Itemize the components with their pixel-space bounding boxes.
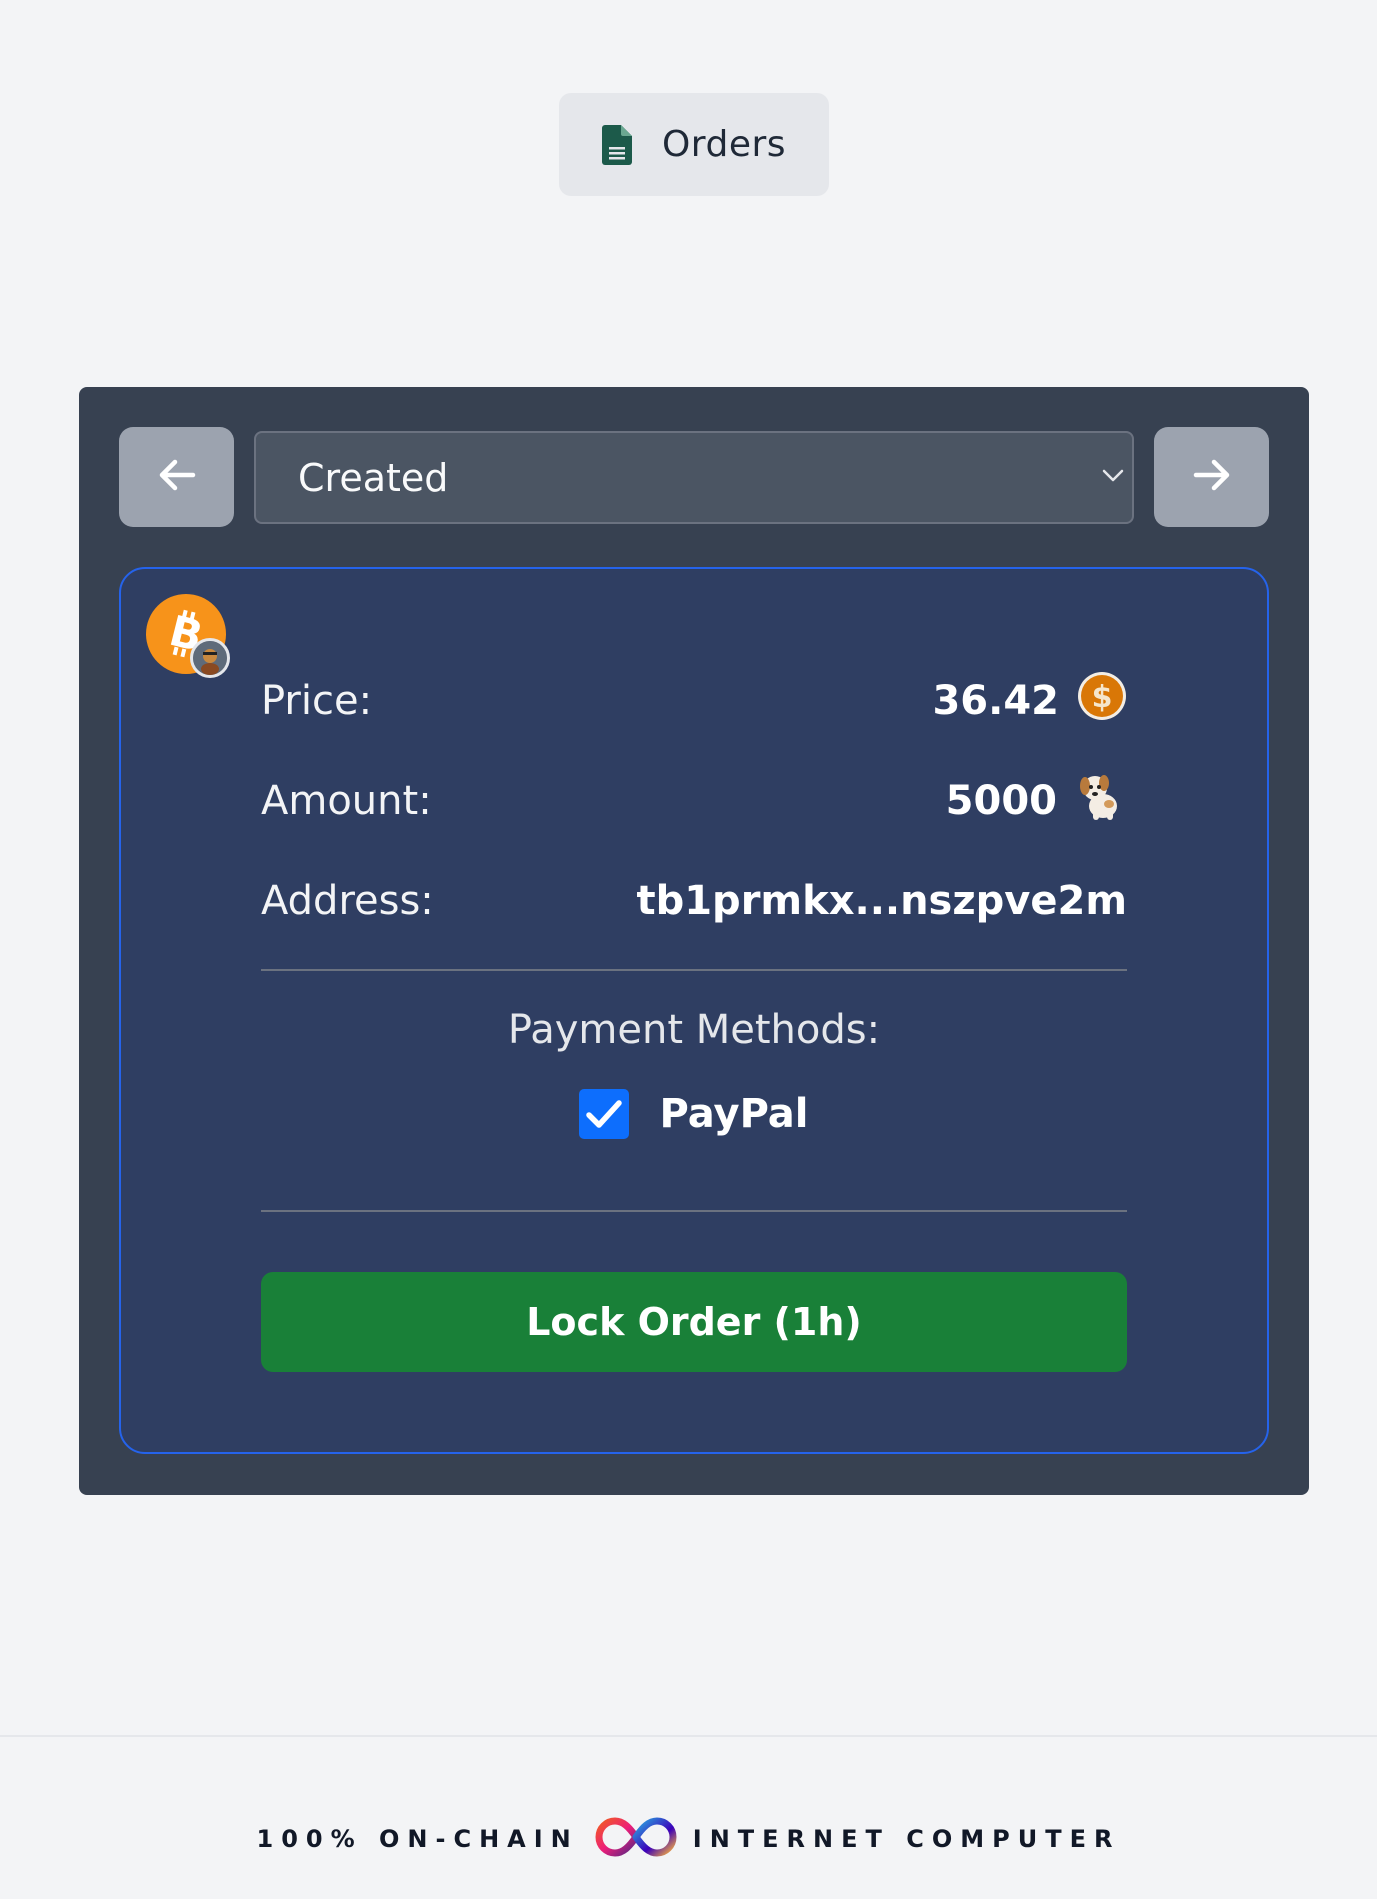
order-card: B Price: 36.42 $ Amount: 5000 Address: t… [119, 567, 1269, 1454]
dollar-coin-icon: $ [1077, 671, 1127, 731]
status-select[interactable]: Created [254, 431, 1134, 524]
next-status-button[interactable] [1154, 427, 1269, 527]
previous-status-button[interactable] [119, 427, 234, 527]
divider [261, 969, 1127, 971]
payment-method-item: PayPal [261, 1089, 1127, 1139]
address-row: Address: tb1prmkx...nszpve2m [261, 871, 1127, 931]
chevron-down-icon [1102, 467, 1124, 486]
amount-label: Amount: [261, 778, 432, 824]
amount-row: Amount: 5000 [261, 771, 1127, 831]
footer-right-text: INTERNET COMPUTER [692, 1825, 1121, 1853]
payment-method-checkbox[interactable] [579, 1089, 630, 1139]
payment-methods-title: Payment Methods: [507, 1007, 881, 1053]
address-value: tb1prmkx...nszpve2m [636, 878, 1127, 924]
orders-button[interactable]: Orders [559, 93, 829, 196]
asset-badge: B [146, 594, 230, 678]
arrow-right-icon [1192, 458, 1232, 496]
address-label: Address: [261, 878, 434, 924]
footer: 100% ON-CHAIN INTERNET COMPUTER [0, 1735, 1377, 1899]
svg-text:$: $ [1092, 680, 1113, 715]
footer-left-text: 100% ON-CHAIN [256, 1825, 579, 1853]
orders-panel: Created B Price: 36.42 $ Amount: 5000 Ad… [79, 387, 1309, 1495]
price-row: Price: 36.42 $ [261, 671, 1127, 731]
arrow-left-icon [157, 458, 197, 496]
internet-computer-infinity-icon [593, 1815, 679, 1863]
payment-method-label[interactable]: PayPal [659, 1091, 808, 1137]
owner-avatar [190, 638, 230, 678]
price-value: 36.42 [932, 678, 1059, 724]
orders-label: Orders [661, 124, 787, 165]
price-label: Price: [261, 678, 373, 724]
amount-value: 5000 [945, 778, 1057, 824]
divider [261, 1210, 1127, 1212]
status-select-value: Created [298, 455, 449, 500]
dog-emoji-icon [1075, 770, 1127, 832]
document-icon [601, 124, 632, 165]
lock-order-button[interactable]: Lock Order (1h) [261, 1272, 1127, 1372]
